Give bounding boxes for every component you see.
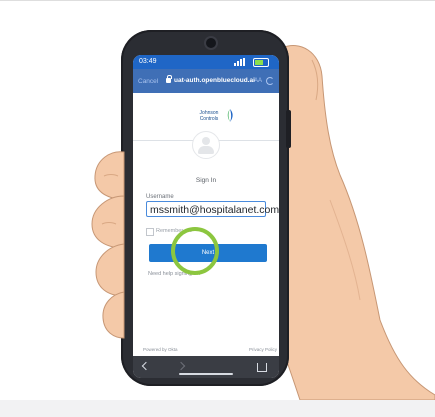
illustration-stage: 03:49 Cancel uat-auth.openbluecloud.ai A… bbox=[0, 0, 435, 417]
hand-fingers bbox=[91, 151, 125, 339]
